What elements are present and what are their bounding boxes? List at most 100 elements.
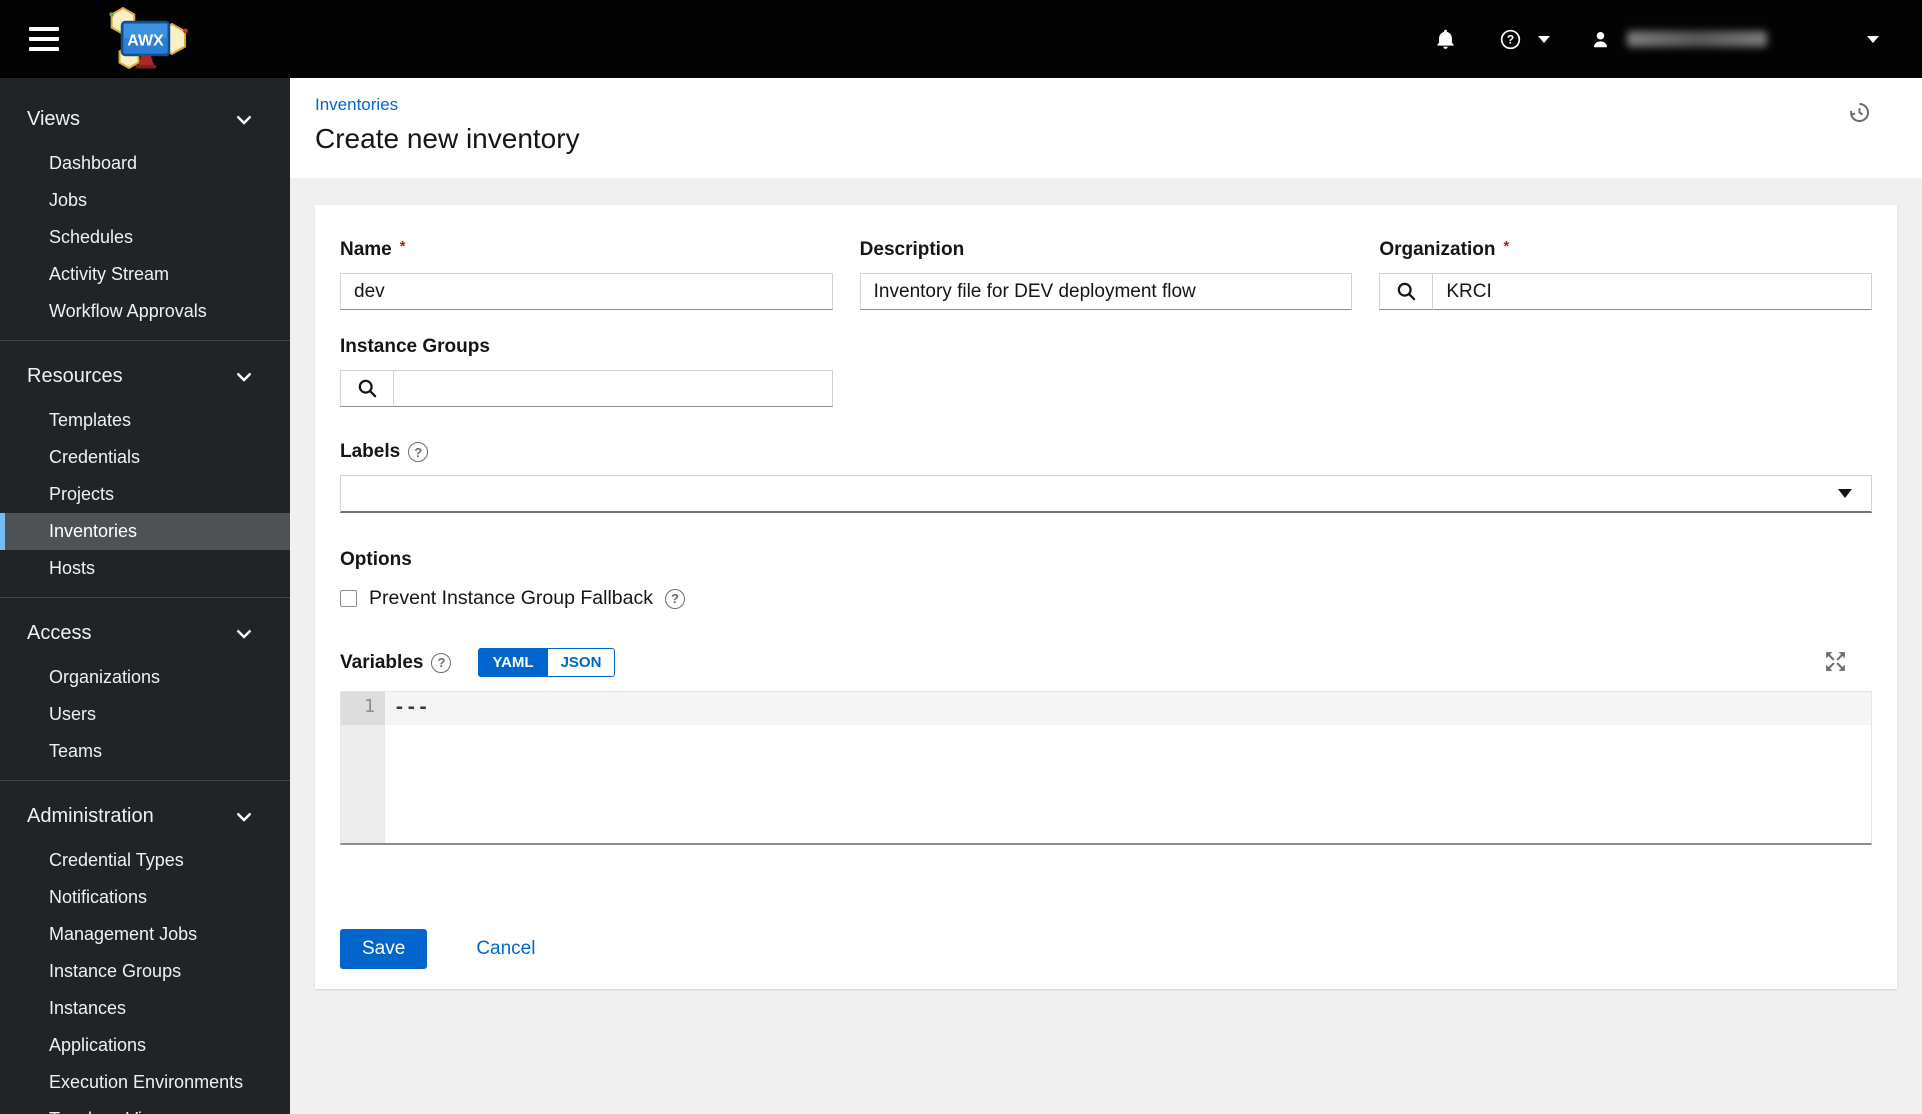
instance-groups-lookup-button[interactable] [340,370,394,407]
sidebar-item-topology-view[interactable]: Topology View [0,1101,290,1114]
sidebar-item-credential-types[interactable]: Credential Types [0,842,290,879]
awx-logo-icon: AWX [109,6,188,70]
description-input[interactable] [859,273,1353,310]
form-actions: Save Cancel [340,929,1872,969]
labels-label: Labels ? [340,441,1872,463]
yaml-toggle-button[interactable]: YAML [478,648,548,677]
sidebar-group-label: Resources [27,365,123,387]
description-field-group: Description [859,239,1353,310]
notifications-button[interactable] [1434,28,1457,51]
chevron-down-icon [1538,35,1550,43]
sidebar-item-workflow-approvals[interactable]: Workflow Approvals [0,293,290,330]
prevent-instance-group-fallback-checkbox[interactable] [340,590,357,607]
prevent-fallback-help-icon[interactable]: ? [664,588,685,609]
organization-lookup-button[interactable] [1379,273,1434,310]
cancel-button[interactable]: Cancel [476,938,535,960]
sidebar-item-hosts[interactable]: Hosts [0,550,290,587]
history-icon [1849,102,1869,123]
sidebar-group-views[interactable]: Views [0,94,290,145]
sidebar-item-dashboard[interactable]: Dashboard [0,145,290,182]
breadcrumb: Inventories [315,95,1922,115]
masthead: AWX ? [0,0,1922,78]
page-body: Name * Description Organization [290,178,1922,1114]
variables-code-editor[interactable]: 1 --- [340,691,1872,845]
page-title: Create new inventory [315,123,580,154]
chevron-down-icon [236,629,252,639]
sidebar-item-instances[interactable]: Instances [0,990,290,1027]
options-section: Options Prevent Instance Group Fallback … [340,549,1872,610]
sidebar-item-projects[interactable]: Projects [0,476,290,513]
nav-toggle-button[interactable] [29,27,59,51]
sidebar-divider [0,340,290,341]
user-name-redacted [1627,31,1767,47]
prevent-instance-group-fallback-label: Prevent Instance Group Fallback [369,587,653,609]
sidebar-group-access[interactable]: Access [0,608,290,659]
name-field-group: Name * [340,237,833,310]
activity-history-button[interactable] [1846,99,1873,129]
sidebar-group-resources[interactable]: Resources [0,351,290,402]
masthead-toolbar: ? [1434,28,1879,51]
options-label: Options [340,549,412,570]
awx-logo[interactable]: AWX [99,5,193,73]
instance-groups-input[interactable] [394,370,833,407]
main-content: Inventories Create new inventory Name * [290,78,1922,1114]
sidebar-item-users[interactable]: Users [0,696,290,733]
editor-expand-button[interactable] [1823,649,1848,677]
json-toggle-button[interactable]: JSON [547,648,616,677]
help-menu-button[interactable]: ? [1499,28,1550,51]
instance-groups-field-group: Instance Groups [340,336,833,407]
chevron-down-icon [236,812,252,822]
description-label: Description [859,239,965,260]
variables-label: Variables ? [340,652,452,674]
sidebar-item-teams[interactable]: Teams [0,733,290,770]
editor-active-line: --- [385,692,1871,725]
required-asterisk: * [1503,237,1510,255]
variables-help-icon[interactable]: ? [431,652,452,673]
sidebar-group-label: Views [27,108,80,130]
chevron-down-icon [236,115,252,125]
sidebar-item-templates[interactable]: Templates [0,402,290,439]
sidebar-item-execution-environments[interactable]: Execution Environments [0,1064,290,1101]
user-icon [1594,31,1607,47]
search-icon [1397,282,1416,301]
save-button[interactable]: Save [340,929,428,969]
sidebar-item-inventories[interactable]: Inventories [0,513,290,550]
awx-logo-text: AWX [127,33,164,50]
sidebar-item-applications[interactable]: Applications [0,1027,290,1064]
instance-groups-label: Instance Groups [340,336,490,357]
sidebar-item-management-jobs[interactable]: Management Jobs [0,916,290,953]
sidebar-item-credentials[interactable]: Credentials [0,439,290,476]
name-input[interactable] [340,273,833,310]
sidebar-item-instance-groups[interactable]: Instance Groups [0,953,290,990]
sidebar: Views Dashboard Jobs Schedules Activity … [0,78,290,1114]
sidebar-item-organizations[interactable]: Organizations [0,659,290,696]
labels-field-group: Labels ? [340,441,1872,513]
sidebar-divider [0,780,290,781]
inventory-form-card: Name * Description Organization [315,205,1897,989]
expand-arrows-icon [1826,651,1845,671]
variables-toolbar: Variables ? YAML JSON [340,648,1872,677]
sidebar-group-label: Administration [27,805,154,827]
chevron-down-icon [236,372,252,382]
sidebar-group-administration[interactable]: Administration [0,791,290,842]
variables-format-toggle: YAML JSON [478,648,616,677]
labels-select[interactable] [340,475,1872,513]
organization-input[interactable] [1433,273,1872,310]
svg-text:?: ? [1507,32,1514,46]
editor-gutter: 1 [341,692,385,843]
bell-icon [1437,29,1454,49]
chevron-down-icon [1838,489,1852,498]
burger-bar [29,37,59,41]
sidebar-item-notifications[interactable]: Notifications [0,879,290,916]
editor-code-area[interactable]: --- [385,692,1871,843]
sidebar-item-schedules[interactable]: Schedules [0,219,290,256]
sidebar-item-jobs[interactable]: Jobs [0,182,290,219]
breadcrumb-inventories-link[interactable]: Inventories [315,95,398,114]
sidebar-item-activity-stream[interactable]: Activity Stream [0,256,290,293]
required-asterisk: * [399,237,406,255]
sidebar-divider [0,597,290,598]
name-label: Name * [340,237,406,261]
page-header: Inventories Create new inventory [290,78,1922,178]
user-menu-button[interactable] [1590,29,1879,50]
labels-help-icon[interactable]: ? [408,442,429,462]
